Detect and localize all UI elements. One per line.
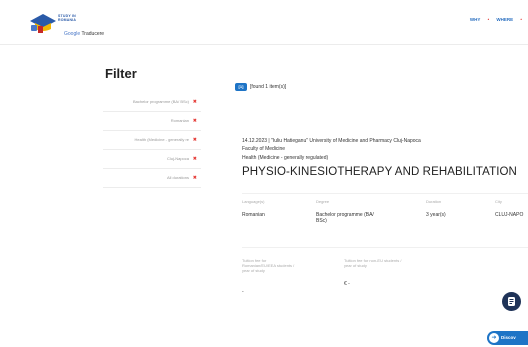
duration-value: 3 year(s) (426, 212, 446, 218)
divider (242, 193, 528, 194)
nav-separator: • (520, 17, 522, 22)
filter-label: Cluj-Napoca (166, 156, 189, 161)
active-filters: Bachelor programme (BA/ BSc) ✖ Romanian … (103, 93, 201, 188)
tuition-noneu-value: € - (344, 281, 350, 287)
translate-label: Traducere (81, 31, 105, 37)
tuition-eu-value: - (242, 289, 244, 295)
main-nav: WHY • WHERE • (470, 17, 528, 22)
degree-label: Degree (316, 199, 330, 204)
filter-chip-city[interactable]: Cluj-Napoca ✖ (103, 150, 201, 169)
language-value: Romanian (242, 212, 265, 218)
divider (242, 247, 528, 248)
result-count-text: [found 1 item(s)] (250, 84, 287, 90)
city-value: CLUJ-NAPO (495, 212, 524, 218)
city-label: City (495, 199, 502, 204)
remove-filter-icon[interactable]: ✖ (193, 93, 197, 111)
program-field: Health (Medicine - generally regulated) (242, 155, 329, 161)
duration-label: Duration (426, 199, 442, 204)
nav-item-why[interactable]: WHY (470, 17, 480, 22)
help-icon (508, 297, 515, 306)
tuition-noneu-label: Tuition fee for non-EU students / year o… (344, 258, 402, 268)
filter-chip-duration[interactable]: All durations ✖ (103, 169, 201, 188)
logo-line: ROMANIA (58, 18, 77, 22)
support-chat-button[interactable] (502, 292, 521, 311)
discover-label: Discov (501, 335, 516, 340)
filter-chip-degree[interactable]: Bachelor programme (BA/ BSc) ✖ (103, 93, 201, 112)
filter-title: Filter (105, 66, 137, 81)
filter-label: Romanian (170, 118, 189, 123)
result-count-badge: [1] (235, 83, 247, 91)
program-title[interactable]: PHYSIO-KINESIOTHERAPY AND REHABILITATION (242, 166, 517, 178)
nav-separator: • (487, 17, 490, 22)
nav-item-where[interactable]: WHERE (496, 17, 513, 22)
filter-label: Health (Medicine - generally re (134, 137, 189, 142)
remove-filter-icon[interactable]: ✖ (193, 131, 197, 149)
remove-filter-icon[interactable]: ✖ (193, 112, 197, 130)
remove-filter-icon[interactable]: ✖ (193, 169, 197, 187)
logo-text: STUDY IN ROMANIA (58, 14, 76, 22)
program-meta[interactable]: 14.12.2023 | "Iuliu Hatieganu" Universit… (242, 138, 421, 144)
filter-label: All durations (166, 175, 189, 180)
remove-filter-icon[interactable]: ✖ (193, 150, 197, 168)
study-in-romania-logo[interactable] (28, 11, 58, 35)
degree-value: Bachelor programme (BA/ BSc) (316, 212, 374, 224)
filter-chip-field[interactable]: Health (Medicine - generally re ✖ (103, 131, 201, 150)
program-faculty: Faculty of Medicine (242, 146, 286, 152)
google-label: Google (64, 31, 81, 37)
discover-icon: ➜ (489, 333, 499, 343)
filter-chip-language[interactable]: Romanian ✖ (103, 112, 201, 131)
google-translate-widget[interactable]: Google Traducere (64, 31, 104, 37)
tuition-eu-label: Tuition fee for Romanian/EU/EEA students… (242, 258, 295, 273)
language-label: Language(s) (242, 199, 265, 204)
top-bar: STUDY IN ROMANIA Google Traducere WHY • … (0, 0, 528, 45)
discover-button[interactable]: ➜ Discov (487, 331, 528, 345)
filter-label: Bachelor programme (BA/ BSc) (132, 99, 189, 104)
